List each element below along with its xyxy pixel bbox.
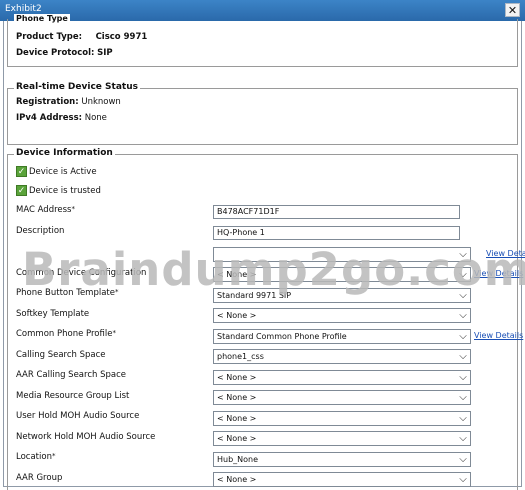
user-hold-moh-label: User Hold MOH Audio Source — [16, 411, 140, 421]
ipv4-label: IPv4 Address: — [16, 113, 83, 123]
close-icon: ✕ — [507, 4, 518, 17]
aar-group-select[interactable]: < None > ⌵ — [213, 472, 471, 487]
device-trusted-label: Device is trusted — [29, 185, 101, 196]
calling-search-space-value: phone1_css — [217, 352, 264, 361]
chevron-down-icon: ⌵ — [459, 372, 467, 383]
ipv4-value: None — [84, 113, 107, 123]
checkmark-icon: ✓ — [16, 166, 27, 177]
ipv4-row: IPv4 Address: None — [16, 113, 107, 123]
watermark-text: Braindump2go.com — [22, 243, 525, 296]
aar-calling-search-space-label: AAR Calling Search Space — [16, 370, 126, 380]
user-hold-moh-select[interactable]: < None > ⌵ — [213, 411, 471, 426]
window-title: Exhibit2 — [5, 4, 42, 14]
mac-address-label: MAC Address* — [16, 205, 75, 215]
user-hold-moh-value: < None > — [217, 414, 257, 423]
chevron-down-icon: ⌵ — [459, 351, 467, 362]
calling-search-space-select[interactable]: phone1_css ⌵ — [213, 349, 471, 364]
product-type-label: Product Type: — [16, 32, 83, 42]
calling-search-space-label: Calling Search Space — [16, 350, 106, 360]
checkmark-icon: ✓ — [16, 185, 27, 196]
device-protocol-label: Device Protocol: — [16, 48, 95, 58]
network-hold-moh-select[interactable]: < None > ⌵ — [213, 431, 471, 446]
registration-value: Unknown — [81, 97, 121, 107]
device-status-legend: Real-time Device Status — [14, 82, 140, 92]
device-status-section: Real-time Device Status Registration: Un… — [7, 82, 518, 145]
common-phone-profile-label: Common Phone Profile* — [16, 329, 116, 339]
chevron-down-icon: ⌵ — [459, 433, 467, 444]
device-active-checkbox[interactable]: ✓ Device is Active — [16, 166, 97, 177]
network-hold-moh-label: Network Hold MOH Audio Source — [16, 432, 156, 442]
window-titlebar: Exhibit2 ✕ — [0, 0, 525, 21]
phone-type-section: Phone Type Product Type: Cisco 9971 Devi… — [7, 14, 518, 67]
registration-row: Registration: Unknown — [16, 97, 121, 107]
media-resource-group-list-value: < None > — [217, 393, 257, 402]
chevron-down-icon: ⌵ — [459, 310, 467, 321]
aar-group-value: < None > — [217, 475, 257, 484]
aar-calling-search-space-select[interactable]: < None > ⌵ — [213, 370, 471, 385]
location-value: Hub_None — [217, 455, 259, 464]
product-type-value: Cisco 9971 — [95, 32, 148, 42]
close-button[interactable]: ✕ — [505, 3, 520, 17]
aar-calling-search-space-value: < None > — [217, 373, 257, 382]
media-resource-group-list-select[interactable]: < None > ⌵ — [213, 390, 471, 405]
product-type-row: Product Type: Cisco 9971 — [16, 32, 147, 42]
location-label: Location* — [16, 452, 56, 462]
device-active-label: Device is Active — [29, 166, 97, 177]
device-trusted-checkbox[interactable]: ✓ Device is trusted — [16, 185, 101, 196]
softkey-template-label: Softkey Template — [16, 309, 90, 319]
registration-label: Registration: — [16, 97, 79, 107]
device-protocol-row: Device Protocol: SIP — [16, 48, 113, 58]
chevron-down-icon: ⌵ — [459, 454, 467, 465]
view-details-link-phone-profile[interactable]: View Details — [474, 331, 523, 340]
mac-address-input[interactable]: B478ACF71D1F — [213, 205, 460, 219]
exhibit-frame: Phone Type Product Type: Cisco 9971 Devi… — [3, 14, 525, 490]
description-label: Description — [16, 226, 65, 236]
device-protocol-value: SIP — [97, 48, 113, 58]
description-input[interactable]: HQ-Phone 1 — [213, 226, 460, 240]
common-phone-profile-value: Standard Common Phone Profile — [217, 332, 347, 341]
chevron-down-icon: ⌵ — [459, 331, 467, 342]
device-info-section: Device Information ✓ Device is Active ✓ De… — [7, 148, 525, 490]
location-select[interactable]: Hub_None ⌵ — [213, 452, 471, 467]
common-phone-profile-select[interactable]: Standard Common Phone Profile ⌵ — [213, 329, 471, 344]
chevron-down-icon: ⌵ — [459, 413, 467, 424]
softkey-template-select[interactable]: < None > ⌵ — [213, 308, 471, 323]
device-info-legend: Device Information — [14, 148, 115, 158]
aar-group-label: AAR Group — [16, 473, 63, 483]
softkey-template-value: < None > — [217, 311, 257, 320]
chevron-down-icon: ⌵ — [459, 474, 467, 485]
phone-type-legend: Phone Type — [14, 14, 70, 23]
media-resource-group-list-label: Media Resource Group List — [16, 391, 130, 401]
network-hold-moh-value: < None > — [217, 434, 257, 443]
chevron-down-icon: ⌵ — [459, 392, 467, 403]
